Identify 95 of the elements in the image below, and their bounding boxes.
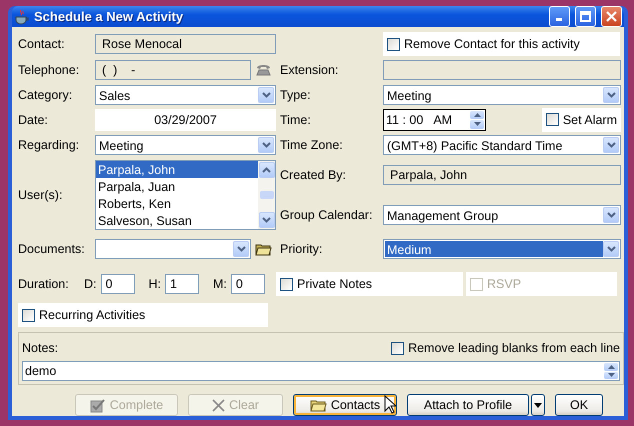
scrollbar-thumb[interactable] (260, 191, 274, 199)
telephone-icon (255, 63, 272, 76)
chevron-down-icon (262, 217, 271, 223)
priority-dropdown[interactable]: Medium (383, 239, 621, 259)
chevron-down-icon (236, 246, 246, 252)
category-label: Category: (18, 88, 74, 102)
set-alarm-label: Set Alarm (562, 112, 617, 126)
duration-unit-label: D: (84, 277, 96, 291)
triangle-up-icon (608, 364, 614, 369)
minimize-button[interactable] (549, 6, 570, 27)
close-button[interactable] (601, 6, 622, 27)
close-icon (606, 11, 617, 22)
remove-contact-label: Remove Contact for this activity (404, 37, 580, 51)
triangle-down-icon (608, 373, 614, 378)
date-field[interactable]: 03/29/2007 (95, 108, 276, 130)
spin-up-button[interactable] (470, 110, 484, 119)
triangle-up-icon (474, 112, 480, 117)
chevron-down-icon (606, 212, 616, 218)
notes-label: Notes: (22, 341, 58, 355)
ok-button[interactable]: OK (555, 394, 603, 416)
users-label: User(s): (18, 188, 64, 202)
duration-unit-label: M: (213, 277, 227, 291)
dropdown-arrow-button[interactable] (233, 241, 249, 257)
dropdown-arrow-button[interactable] (258, 137, 274, 153)
date-label: Date: (18, 112, 49, 126)
time-zone-dropdown[interactable]: (GMT+8) Pacific Standard Time (383, 135, 621, 155)
maximize-icon (580, 11, 591, 22)
contact-field[interactable]: Rose Menocal (95, 34, 276, 54)
extension-field[interactable] (383, 60, 621, 80)
duration-field[interactable]: 0 (230, 274, 265, 294)
user-list-item[interactable]: Salveson, Susan (96, 212, 258, 229)
regarding-label: Regarding: (18, 138, 80, 152)
scroll-down-button[interactable] (604, 372, 618, 379)
x-icon (212, 398, 226, 412)
window-title: Schedule a New Activity (34, 9, 184, 24)
contact-label: Contact: (18, 37, 66, 51)
user-list-item[interactable]: Parpala, Juan (96, 178, 258, 195)
users-list[interactable]: Parpala, John Parpala, Juan Roberts, Ken Salveson, Susan (95, 160, 276, 230)
created-by-field[interactable]: Parpala, John (383, 165, 621, 185)
dropdown-arrow-button[interactable] (258, 86, 274, 102)
telephone-label: Telephone: (18, 62, 80, 76)
contacts-button[interactable]: Contacts (293, 394, 397, 416)
attach-button[interactable]: Attach to Profile (407, 394, 529, 416)
folder-icon[interactable] (255, 242, 272, 256)
chevron-down-icon (606, 246, 616, 252)
telephone-field[interactable]: ( ) - (95, 60, 251, 80)
user-list-item[interactable]: Roberts, Ken (96, 195, 258, 212)
triangle-down-icon (474, 122, 480, 126)
extension-label: Extension: (280, 62, 340, 76)
regarding-dropdown[interactable]: Meeting (95, 135, 276, 155)
duration-unit-label: H: (148, 277, 161, 291)
documents-label: Documents: (18, 242, 86, 256)
mouse-pointer-icon (384, 395, 396, 414)
scroll-up-button[interactable] (604, 363, 618, 370)
checkbox-icon (90, 398, 106, 412)
spin-down-button[interactable] (470, 120, 484, 128)
maximize-button[interactable] (575, 6, 596, 27)
dropdown-arrow-button[interactable] (603, 86, 619, 102)
private-notes-label: Private Notes (297, 277, 372, 291)
caret-down-icon (534, 402, 542, 408)
notes-field[interactable]: demo (22, 361, 620, 381)
group-calendar-label: Group Calendar: (280, 208, 374, 222)
priority-label: Priority: (280, 242, 324, 256)
dropdown-arrow-button[interactable] (603, 137, 619, 153)
chevron-down-icon (606, 142, 616, 148)
time-label: Time: (280, 112, 312, 126)
coffee-cup-icon (15, 8, 29, 24)
created-by-label: Created By: (280, 168, 348, 182)
chevron-down-icon (606, 92, 616, 98)
dropdown-arrow-button[interactable] (603, 207, 619, 223)
checkbox[interactable] (280, 278, 293, 290)
checkbox[interactable] (22, 308, 35, 322)
dropdown-arrow-button[interactable] (603, 241, 619, 257)
time-zone-label: Time Zone: (280, 138, 344, 152)
user-list-item[interactable]: Parpala, John (96, 161, 258, 178)
category-dropdown[interactable]: Sales (95, 84, 276, 104)
chevron-up-icon (262, 167, 271, 173)
recurring-activities-label: Recurring Activities (39, 308, 146, 322)
checkbox[interactable] (546, 113, 559, 126)
group-calendar-dropdown[interactable]: Management Group (383, 205, 621, 225)
scrollbar[interactable] (258, 161, 275, 229)
dropdown-button[interactable] (531, 394, 545, 416)
time-field[interactable]: 11 : 00 AM (383, 108, 486, 130)
remove-blanks-label: Remove leading blanks from each line (408, 341, 620, 355)
type-label: Type: (280, 88, 312, 102)
checkbox[interactable] (387, 38, 400, 50)
checkbox[interactable] (391, 342, 404, 354)
duration-field[interactable]: 0 (100, 274, 134, 294)
duration-field[interactable]: 1 (165, 274, 199, 294)
type-dropdown[interactable]: Meeting (383, 84, 621, 104)
chevron-down-icon (262, 142, 270, 148)
duration-label: Duration: (18, 277, 70, 291)
rsvp-label: RSVP (487, 277, 522, 291)
folder-icon (310, 398, 327, 412)
chevron-down-icon (262, 92, 270, 98)
